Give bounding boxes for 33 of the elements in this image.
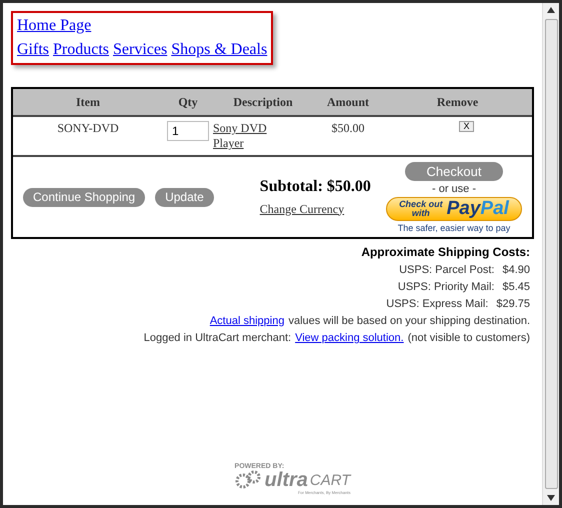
shipping-price: $4.90 [502,264,530,276]
remove-button[interactable]: X [459,121,474,132]
description-link[interactable]: Sony DVD Player [213,121,275,151]
nav-link[interactable]: Services [113,41,168,59]
brand-name: ultra [264,470,308,490]
nav-link[interactable]: Products [53,41,109,59]
or-use-text: - or use - [432,182,476,194]
shipping-method: USPS: Priority Mail: [398,281,494,293]
shipping-method: USPS: Express Mail: [386,298,488,310]
shipping-method: USPS: Parcel Post: [399,264,494,276]
merchant-label: Logged in UltraCart merchant: [144,332,292,344]
quantity-field[interactable]: 1 [167,121,209,141]
column-header: Description [232,94,294,110]
column-header: Qty [177,94,199,110]
actual-shipping-link[interactable]: Actual shipping [210,315,284,327]
brand-suffix: CART [310,472,350,488]
amount-cell-text: $50.00 [330,121,366,136]
visibility-note: (not visible to customers) [408,332,530,344]
shipping-note: values will be based on your shipping destination. [288,315,530,327]
column-header: Item [75,94,101,110]
shipping-title: Approximate Shipping Costs: [361,245,530,259]
packing-solution-link[interactable]: View packing solution. [295,332,404,344]
column-header: Amount [326,94,370,110]
shipping-price: $29.75 [496,298,530,310]
nav-link[interactable]: Shops & Deals [171,41,268,59]
change-currency-link[interactable]: Change Currency [260,202,371,216]
nav-link[interactable]: Gifts [17,41,49,59]
column-header: Remove [436,94,480,110]
shipping-price: $5.45 [502,281,530,293]
subtotal: Subtotal: $50.00 [260,178,371,196]
home-page-link[interactable]: Home Page [17,17,92,34]
item-cell-text: SONY-DVD [56,121,120,136]
paypal-tagline: The safer, easier way to pay [398,222,510,232]
